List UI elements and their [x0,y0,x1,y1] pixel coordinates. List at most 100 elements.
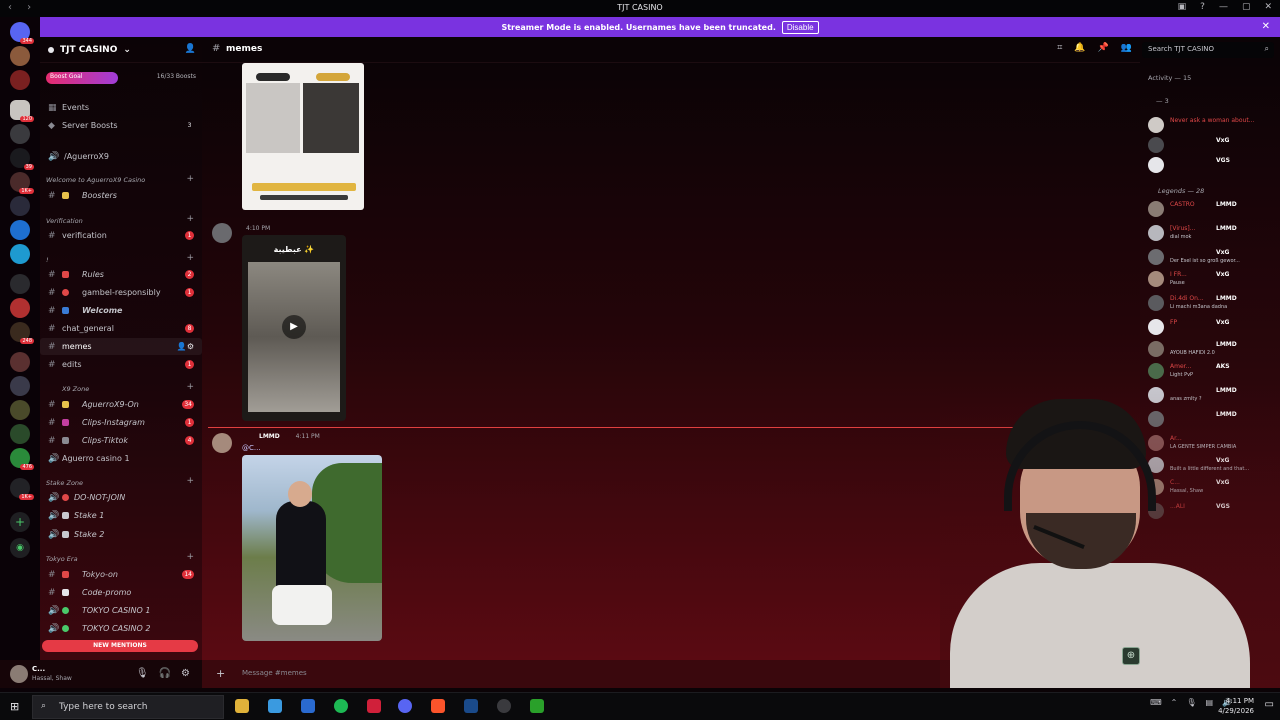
play-icon[interactable]: ▶ [282,315,306,339]
channel-memes[interactable]: # memes 👤⚙ [40,338,202,355]
add-channel-icon[interactable]: + [186,214,194,224]
minimize-icon[interactable]: — [1219,2,1228,12]
voice-channel-aguerrox9[interactable]: 🔊/AguerroX9 [40,148,202,165]
close-banner-icon[interactable]: ✕ [1262,21,1270,32]
invite-people-icon[interactable]: 👤 [185,44,196,54]
category-alert[interactable]: ! [46,256,49,264]
avatar[interactable] [10,665,28,683]
inbox-icon[interactable]: ▣ [1178,2,1187,12]
boost-goal-bar[interactable]: Boost Goal 16/33 Boosts [46,72,196,84]
taskbar-search[interactable]: ⌕ Type here to search [32,695,224,719]
threads-icon[interactable]: ⌗ [1057,43,1062,53]
windows-start-icon[interactable]: ⊞ [10,700,19,713]
member-row[interactable]: Di.4di On... LMMD Li machi m3ana dadna [1146,293,1278,313]
voice-channel-tokyo-casino-1[interactable]: 🔊 TOKYO CASINO 1 [40,602,202,619]
new-mentions-button[interactable]: NEW MENTIONS [42,640,198,652]
server-icon[interactable] [10,46,30,66]
notification-bell-icon[interactable]: 🔔 [1074,43,1085,53]
channel-code-promo[interactable]: # Code-promo [40,584,202,601]
channel-settings-icon[interactable]: 👤⚙ [177,342,194,351]
member-row[interactable]: I FR... VxG Pause [1146,269,1278,289]
channel-edits[interactable]: # edits 1 [40,356,202,373]
member-row[interactable]: Amer... AKS Light PvP [1146,361,1278,381]
add-channel-icon[interactable]: + [186,382,194,392]
user-settings-icon[interactable]: ⚙ [181,668,190,679]
microphone-icon[interactable]: 🎙 [1186,698,1196,707]
server-icon[interactable] [10,124,30,144]
terminal-icon[interactable] [530,699,544,713]
message-video-attachment[interactable]: عبطيبة ✨ ▶ [242,235,346,421]
member-row[interactable]: VxG [1146,135,1278,155]
server-icon[interactable] [10,220,30,240]
server-boosts-item[interactable]: ◆ Server Boosts 3 [40,117,202,134]
server-icon[interactable] [10,352,30,372]
events-item[interactable]: ▦ Events [40,99,202,116]
member-list-icon[interactable]: 👥 [1121,43,1132,53]
member-row[interactable]: VxG Der Esel ist so groß gewor... [1146,247,1278,267]
category-x9-zone[interactable]: X9 Zone [62,385,89,393]
store-icon[interactable] [268,699,282,713]
activity-header[interactable]: Activity — 15 [1148,74,1191,82]
search-input[interactable]: Search TJT CASINO ⌕ [1142,42,1274,58]
member-row[interactable]: VGS [1146,155,1278,175]
category-welcome[interactable]: Welcome to AguerroX9 Casino [46,176,145,184]
microphone-icon[interactable]: 🎙 [136,668,149,679]
add-attachment-icon[interactable]: + [216,667,225,680]
message-photo-attachment[interactable] [242,455,382,641]
add-channel-icon[interactable]: + [186,174,194,184]
system-clock[interactable]: 4:11 PM 4/29/2026 [1218,696,1254,716]
channel-rules[interactable]: # Rules 2 [40,266,202,283]
server-icon[interactable]: 39 [10,148,34,170]
add-channel-icon[interactable]: + [186,253,194,263]
avatar[interactable] [212,433,232,453]
server-icon[interactable] [10,274,30,294]
add-channel-icon[interactable]: + [186,552,194,562]
server-header[interactable]: TJT CASINO ⌄ 👤 [40,37,202,63]
message-image-attachment[interactable] [242,63,364,210]
headphones-icon[interactable]: 🎧 [159,668,171,679]
steam-icon[interactable] [464,699,478,713]
voice-channel-tokyo-casino-2[interactable]: 🔊 TOKYO CASINO 2 [40,620,202,637]
channel-verification[interactable]: # verification 1 [40,227,202,244]
channel-boosters[interactable]: # Boosters [40,187,202,204]
server-icon[interactable] [10,424,30,444]
channel-tokyo-on[interactable]: # Tokyo-on 14 [40,566,202,583]
member-row[interactable]: LMMD AYOUB HAFIDI 2.0 [1146,339,1278,359]
server-icon[interactable] [10,70,30,90]
home-icon[interactable]: 344 [10,22,34,44]
server-icon[interactable] [10,376,30,396]
file-explorer-icon[interactable] [235,699,249,713]
spotify-icon[interactable] [334,699,348,713]
server-icon[interactable]: 120 [10,100,34,122]
server-icon[interactable] [10,244,30,264]
maximize-icon[interactable]: ▢ [1242,2,1251,12]
server-icon[interactable]: 1K+ [10,478,34,500]
help-icon[interactable]: ? [1200,2,1205,12]
acrobat-icon[interactable] [367,699,381,713]
channel-do-not-join[interactable]: 🔊 DO-NOT-JOIN [40,489,202,506]
category-verification[interactable]: Verification [46,217,83,225]
server-icon[interactable]: 476 [10,448,34,470]
member-row[interactable]: [Virus]... LMMD dial mok [1146,223,1278,243]
add-server-icon[interactable]: + [10,512,30,532]
category-tokyo-era[interactable]: Tokyo Era [46,555,78,563]
chevron-up-icon[interactable]: ⌃ [1171,698,1178,707]
member-row[interactable]: FP VxG [1146,317,1278,337]
channel-stake-2[interactable]: 🔊 Stake 2 [40,526,202,543]
keyboard-icon[interactable]: ⌨ [1150,698,1162,707]
channel-welcome[interactable]: # Welcome [40,302,202,319]
add-channel-icon[interactable]: + [186,476,194,486]
channel-clips-instagram[interactable]: # Clips-Instagram 1 [40,414,202,431]
server-icon[interactable] [10,196,30,216]
explore-icon[interactable]: ◉ [10,538,30,558]
outlook-icon[interactable] [301,699,315,713]
user-mention[interactable]: @C... [242,444,261,452]
pin-icon[interactable]: 📌 [1098,43,1109,53]
brave-icon[interactable] [431,699,445,713]
server-icon[interactable]: 1K+ [10,172,34,194]
obs-icon[interactable] [497,699,511,713]
channel-stake-1[interactable]: 🔊 Stake 1 [40,507,202,524]
notifications-icon[interactable]: ▭ [1265,699,1274,710]
channel-gambel-responsibly[interactable]: # gambel-responsibly 1 [40,284,202,301]
server-icon[interactable] [10,298,30,318]
